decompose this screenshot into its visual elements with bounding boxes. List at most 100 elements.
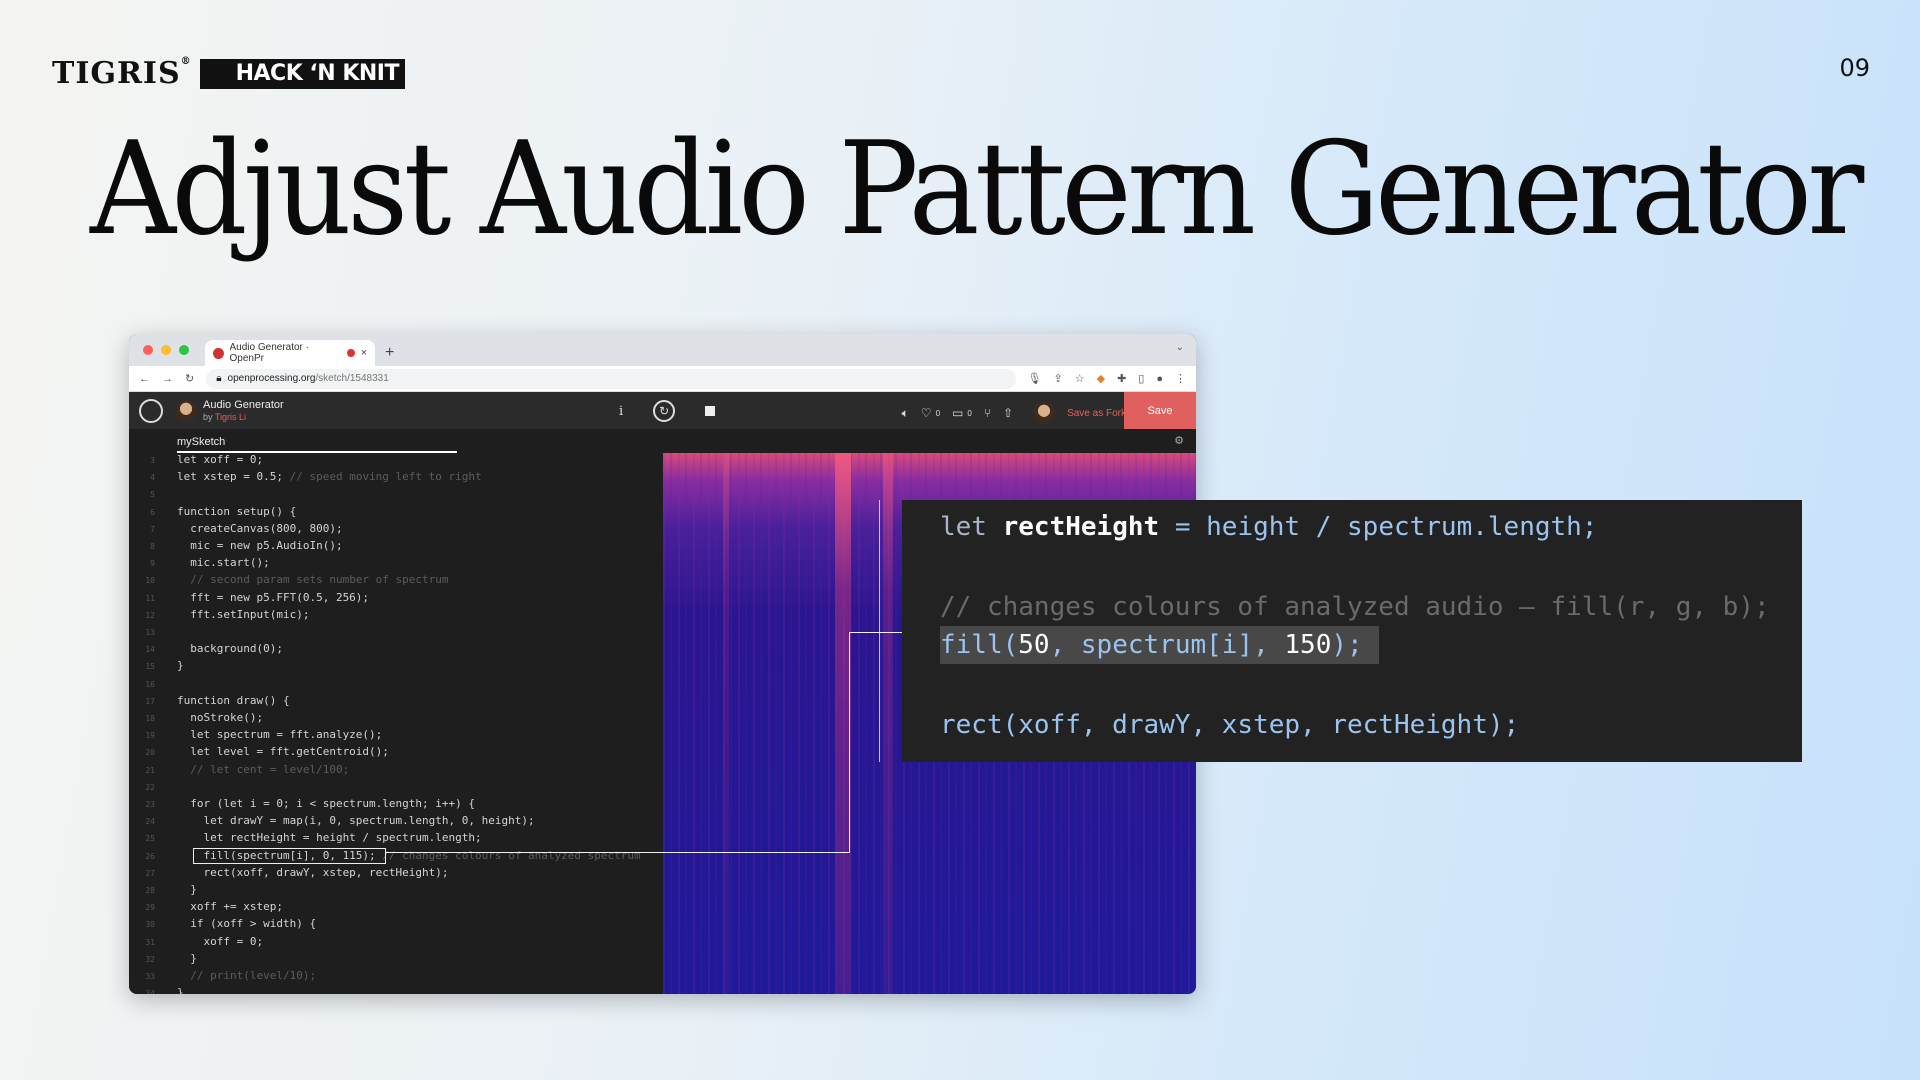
code-line[interactable]: 20 let level = fft.getCentroid(); [129, 745, 663, 762]
menu-dots-icon[interactable]: ⋮ [1175, 372, 1186, 385]
back-arrow-icon[interactable]: ← [139, 373, 150, 385]
code-line[interactable]: 10 // second param sets number of spectr… [129, 573, 663, 590]
playback-controls: i ↻ [619, 400, 716, 422]
line-number: 13 [145, 628, 155, 637]
code-line[interactable]: 18 noStroke(); [129, 711, 663, 728]
code-line[interactable]: 7 createCanvas(800, 800); [129, 522, 663, 539]
sketch-info: Audio Generator by Tigris Li [203, 399, 284, 423]
line-number: 6 [150, 507, 155, 517]
file-tab-mysketch[interactable]: mySketch [177, 436, 457, 453]
restart-icon[interactable]: ↻ [653, 400, 676, 422]
code-comment: // second param sets number of spectrum [190, 573, 449, 587]
code-line[interactable]: 29 xoff += xstep; [129, 900, 663, 917]
code-line[interactable]: 16 [129, 677, 663, 694]
save-button[interactable]: Save [1124, 392, 1196, 429]
comments-count: 0 [967, 408, 972, 418]
code-line[interactable]: 15} [129, 659, 663, 676]
code-line[interactable]: 12 fft.setInput(mic); [129, 608, 663, 625]
code-line[interactable]: 31 xoff = 0; [129, 935, 663, 952]
line-number: 29 [145, 903, 155, 913]
reload-icon[interactable]: ↻ [185, 372, 194, 385]
fork-icon[interactable]: ⑂ [984, 406, 991, 420]
code-line[interactable]: 24 let drawY = map(i, 0, spectrum.length… [129, 814, 663, 831]
info-icon[interactable]: i [619, 404, 623, 419]
code-text: let drawY = map(i, 0, spectrum.length, 0… [177, 814, 535, 828]
code-line[interactable]: 5 [129, 487, 663, 504]
extension-fox-icon[interactable]: ◆ [1097, 372, 1105, 385]
code-line[interactable]: 8 mic = new p5.AudioIn(); [129, 539, 663, 556]
line-number: 12 [145, 610, 155, 620]
code-line[interactable]: 13 [129, 625, 663, 642]
stop-icon[interactable] [705, 406, 716, 416]
code-line[interactable]: 21 // let cent = level/100; [129, 763, 663, 780]
browser-tab[interactable]: Audio Generator · OpenPr × [205, 340, 375, 366]
openprocessing-toolbar: Audio Generator by Tigris Li i ↻ 🔈︎ ♡ 0 … [129, 392, 1196, 429]
tab-title: Audio Generator · OpenPr [229, 342, 310, 364]
code-line[interactable]: 27 rect(xoff, drawY, xstep, rectHeight); [129, 866, 663, 883]
code-line[interactable]: 34} [129, 986, 663, 994]
code-text: fft = new p5.FFT(0.5, 256); [177, 590, 370, 604]
code-line[interactable]: 25 let rectHeight = height / spectrum.le… [129, 831, 663, 848]
code-line[interactable]: 4 let xstep = 0.5; // speed moving left t… [129, 470, 663, 487]
address-bar[interactable]: 🔒︎ openprocessing.org/sketch/1548331 [206, 368, 1016, 389]
code-text: } [177, 659, 184, 673]
connector-line [849, 632, 850, 853]
code-line[interactable]: 3 let xoff = 0; [129, 453, 663, 470]
export-icon[interactable]: ⇧ [1003, 406, 1013, 420]
author-link[interactable]: Tigris Li [215, 412, 246, 422]
code-line[interactable]: 19 let spectrum = fft.analyze(); [129, 728, 663, 745]
maximize-window-button[interactable] [179, 345, 189, 355]
minimize-window-button[interactable] [161, 345, 171, 355]
code-line[interactable]: 14 background(0); [129, 642, 663, 659]
line-number: 9 [150, 559, 155, 569]
code-text: } [177, 986, 184, 994]
heart-icon[interactable]: ♡ [921, 406, 932, 420]
openprocessing-logo-icon[interactable] [139, 398, 163, 423]
spectrogram-band [723, 453, 729, 994]
profile-icon[interactable]: ● [1156, 373, 1163, 385]
likes-count: 0 [935, 408, 941, 418]
line-number: 3 [150, 456, 155, 465]
forward-arrow-icon[interactable]: → [162, 373, 173, 385]
code-line[interactable]: 11 fft = new p5.FFT(0.5, 256); [129, 591, 663, 608]
comment-icon[interactable]: ▭ [952, 406, 963, 420]
line-number: 20 [145, 748, 155, 758]
author-avatar[interactable] [175, 399, 197, 422]
code-line[interactable]: 30 if (xoff > width) { [129, 917, 663, 934]
lock-icon: 🔒︎ [216, 373, 222, 384]
code-text: xoff = 0; [177, 934, 264, 948]
code-line[interactable]: 9 mic.start(); [129, 556, 663, 573]
star-icon[interactable]: ☆ [1075, 372, 1085, 385]
new-tab-button[interactable]: + [385, 344, 394, 362]
code-line[interactable]: 23 for (let i = 0; i < spectrum.length; … [129, 797, 663, 814]
code-text: rect(xoff, drawY, xstep, rectHeight); [177, 865, 449, 879]
user-avatar[interactable] [1033, 402, 1056, 424]
code-text: let xstep = 0.5; [177, 470, 290, 484]
line-number: 24 [145, 817, 155, 827]
line-number: 28 [145, 886, 155, 895]
puzzle-icon[interactable]: ✚ [1117, 372, 1126, 385]
url-text: openprocessing.org/sketch/1548331 [227, 373, 389, 384]
mic-icon[interactable]: 🎙︎ [1028, 372, 1042, 385]
code-line[interactable]: 28 } [129, 883, 663, 900]
code-line[interactable]: 33 // print(level/10); [129, 969, 663, 986]
code-line[interactable]: 32 } [129, 952, 663, 969]
tab-close-icon[interactable]: × [361, 347, 367, 359]
code-editor[interactable]: 3 let xoff = 0; 4 let xstep = 0.5; // speed… [129, 453, 663, 994]
tab-search-chevron-icon[interactable]: ⌄ [1176, 342, 1184, 353]
code-line[interactable]: 22 [129, 780, 663, 797]
code-line[interactable]: 17 function draw() { [129, 694, 663, 711]
code-line[interactable]: 6 function setup() { [129, 505, 663, 522]
share-icon[interactable]: ⇪ [1054, 372, 1063, 385]
save-as-fork-button[interactable]: Save as Fork [1067, 408, 1126, 419]
page-number: 09 [1839, 54, 1870, 82]
sidebar-icon[interactable]: ▯ [1138, 372, 1144, 385]
line-number: 18 [145, 714, 155, 723]
browser-extensions: 🎙︎ ⇪ ☆ ◆ ✚ ▯ ● ⋮ [1028, 372, 1186, 386]
mute-icon[interactable]: 🔈︎ [902, 406, 909, 421]
close-window-button[interactable] [143, 345, 153, 355]
code-text: background(0); [177, 642, 283, 656]
settings-icon[interactable]: ⚙︎ [1174, 434, 1184, 447]
